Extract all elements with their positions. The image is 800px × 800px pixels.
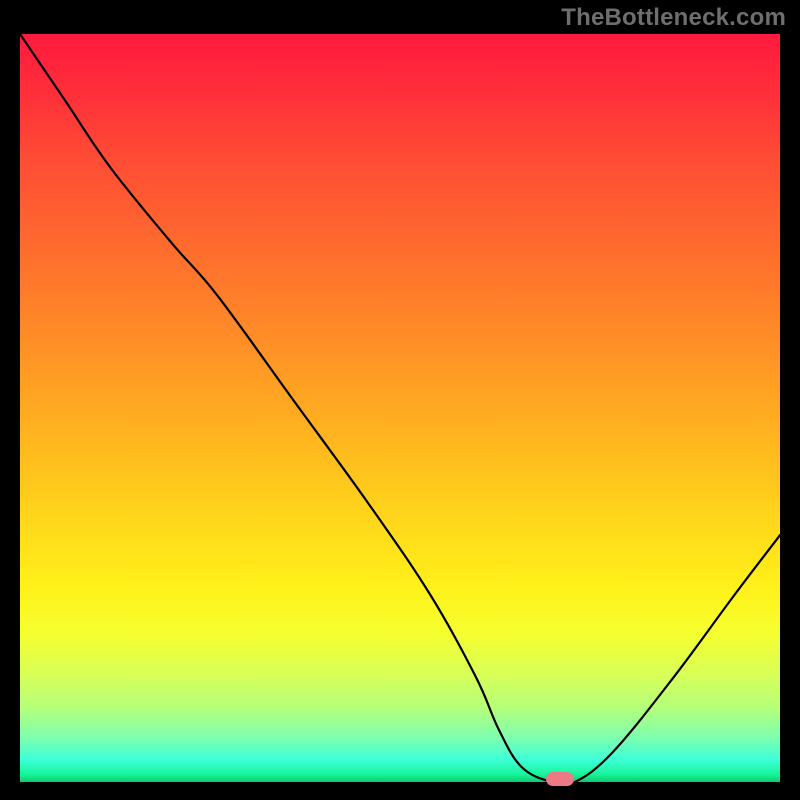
watermark-text: TheBottleneck.com [561,4,786,32]
optimal-point-marker [546,772,574,786]
plot-area [20,34,780,782]
curve-path [20,34,780,782]
bottleneck-curve [20,34,780,782]
chart-container: TheBottleneck.com [0,0,800,800]
